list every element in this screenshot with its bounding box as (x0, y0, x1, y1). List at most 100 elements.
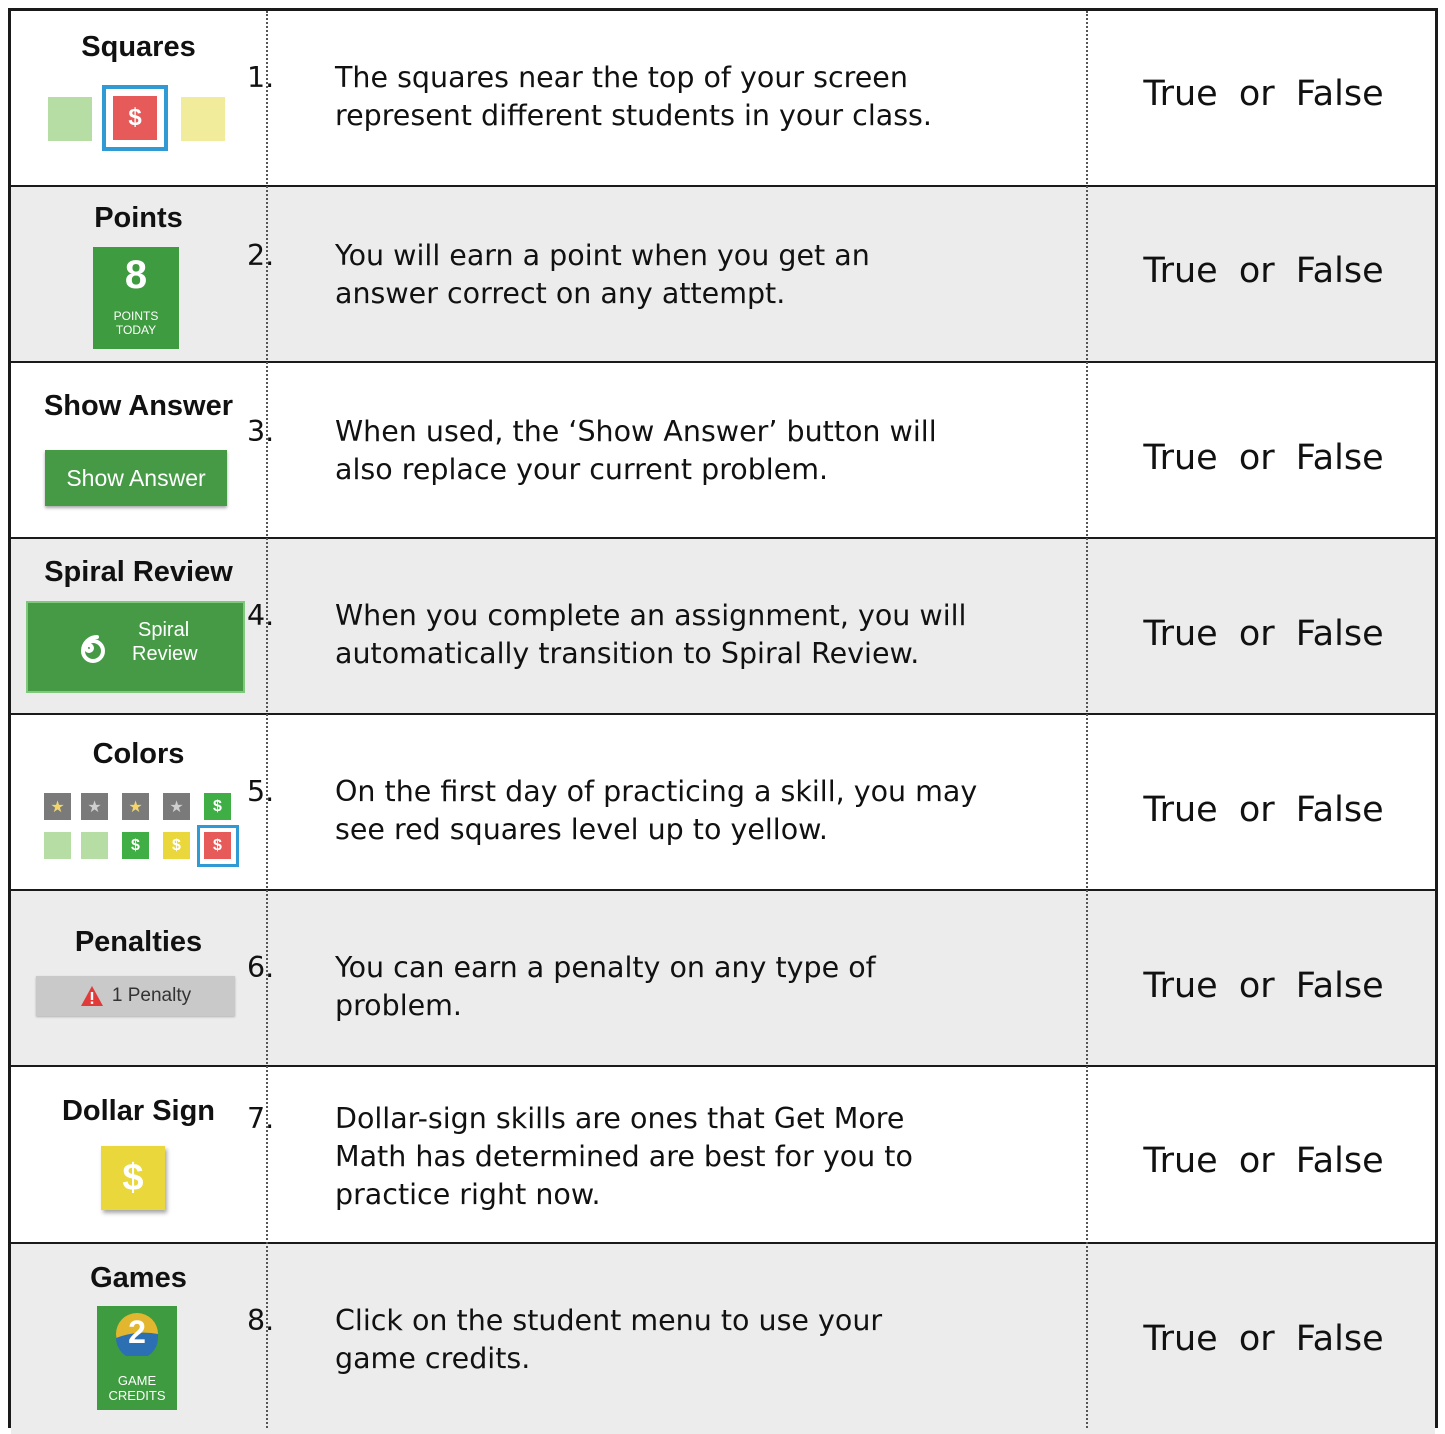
question-number: 1. (247, 61, 275, 94)
table-row: Squares $ 1. The squares near the top of … (11, 11, 1435, 187)
dollar-icon: $ (122, 1156, 144, 1199)
true-or-false[interactable]: True or False (1086, 1141, 1441, 1181)
green-square (48, 97, 92, 141)
green-dollar-square: $ (122, 832, 149, 859)
question-line: practice right now. (335, 1178, 601, 1211)
true-or-false[interactable]: True or False (1086, 790, 1441, 830)
table-row: Show Answer Show Answer 3. When used, the… (11, 363, 1435, 539)
points-caption: TODAY (115, 323, 157, 337)
question-line: represent different students in your cla… (335, 99, 932, 132)
yellow-square (181, 97, 225, 141)
question-line: You will earn a point when you get an (335, 239, 870, 272)
game-credits-badge: 2 GAME CREDITS (97, 1306, 177, 1410)
show-answer-label: Show Answer (66, 464, 206, 491)
spiral-review-button: Spiral Review (26, 601, 245, 693)
row-title: Games (90, 1262, 187, 1294)
question-8: 8. Click on the student menu to use your … (247, 1302, 1071, 1378)
game-credits-value: 2 (128, 1314, 146, 1350)
question-3: 3. When used, the ‘Show Answer’ button wi… (247, 413, 1071, 489)
star-square: ★ (44, 793, 71, 820)
red-dollar-square: $ (113, 96, 157, 140)
star-icon: ★ (128, 797, 143, 816)
question-line: game credits. (335, 1342, 531, 1375)
star-square: ★ (163, 793, 190, 820)
true-or-false[interactable]: True or False (1086, 251, 1441, 291)
game-credits-caption: CREDITS (108, 1388, 166, 1403)
question-line: answer correct on any attempt. (335, 277, 786, 310)
spiral-icon (80, 635, 105, 663)
question-number: 8. (247, 1304, 275, 1337)
star-square: ★ (81, 793, 108, 820)
table-row: Colors ★ ★ ★ ★ $ $ $ $ 5. On the first da… (11, 715, 1435, 891)
question-1: 1. The squares near the top of your scree… (247, 59, 1071, 135)
table-row: Spiral Review Spiral Review 4. When you c… (11, 539, 1435, 715)
dollar-icon: $ (172, 836, 181, 854)
spiral-label: Spiral (138, 619, 190, 641)
question-number: 6. (247, 951, 275, 984)
question-line: also replace your current problem. (335, 453, 829, 486)
question-line: On the first day of practicing a skill, … (335, 775, 978, 808)
table-row: Penalties 1 Penalty 6. You can earn a pen… (11, 891, 1435, 1067)
yellow-dollar-square: $ (101, 1146, 165, 1210)
question-line: Math has determined are best for you to (335, 1140, 913, 1173)
star-square: ★ (122, 793, 149, 820)
warning-icon (80, 986, 103, 1006)
question-line: Click on the student menu to use your (335, 1304, 883, 1337)
yellow-dollar-square: $ (163, 832, 190, 859)
table-row: Games 2 GAME CREDITS 8. Click on the stud… (11, 1244, 1435, 1434)
quiz-table: Squares $ 1. The squares near the top of … (8, 8, 1438, 1434)
red-dollar-square: $ (204, 832, 231, 859)
question-line: You can earn a penalty on any type of (335, 951, 876, 984)
dollar-icon: $ (131, 836, 140, 854)
question-line: automatically transition to Spiral Revie… (335, 637, 920, 670)
question-2: 2. You will earn a point when you get an … (247, 237, 1071, 313)
row-title: Points (94, 202, 183, 234)
star-icon: ★ (169, 797, 184, 816)
true-or-false[interactable]: True or False (1086, 438, 1441, 478)
question-line: problem. (335, 989, 462, 1022)
points-caption: POINTS (113, 309, 159, 323)
question-line: Dollar-sign skills are ones that Get Mor… (335, 1102, 905, 1135)
table-row: Dollar Sign $ 7. Dollar-sign skills are o… (11, 1067, 1435, 1244)
column-divider (266, 11, 268, 1428)
question-number: 3. (247, 415, 275, 448)
column-divider (1086, 11, 1088, 1428)
penalty-badge: 1 Penalty (36, 976, 235, 1016)
question-4: 4. When you complete an assignment, you w… (247, 597, 1071, 673)
row-title: Penalties (74, 926, 203, 958)
dollar-icon: $ (213, 797, 222, 815)
dollar-icon: $ (128, 104, 142, 131)
row-title: Spiral Review (44, 556, 233, 588)
question-7: 7. Dollar-sign skills are ones that Get M… (247, 1100, 1071, 1214)
row-title: Colors (92, 738, 185, 770)
points-badge: 8 POINTS TODAY (93, 247, 179, 349)
question-number: 5. (247, 775, 275, 808)
row-title: Squares (81, 31, 196, 63)
question-5: 5. On the first day of practicing a skill… (247, 773, 1071, 849)
green-square (81, 832, 108, 859)
true-or-false[interactable]: True or False (1086, 74, 1441, 114)
green-dollar-square: $ (204, 793, 231, 820)
question-number: 4. (247, 599, 275, 632)
question-number: 7. (247, 1102, 275, 1135)
spiral-label: Review (132, 643, 198, 665)
green-square (44, 832, 71, 859)
question-line: see red squares level up to yellow. (335, 813, 828, 846)
show-answer-button: Show Answer (45, 450, 227, 506)
question-line: When you complete an assignment, you wil… (335, 599, 967, 632)
game-credits-caption: GAME (117, 1373, 157, 1388)
true-or-false[interactable]: True or False (1086, 614, 1441, 654)
dollar-icon: $ (213, 836, 222, 854)
row-title: Dollar Sign (61, 1095, 216, 1127)
points-value: 8 (124, 253, 148, 297)
true-or-false[interactable]: True or False (1086, 966, 1441, 1006)
question-number: 2. (247, 239, 275, 272)
star-icon: ★ (50, 797, 65, 816)
penalty-label: 1 Penalty (111, 985, 192, 1006)
question-6: 6. You can earn a penalty on any type of … (247, 949, 1071, 1025)
star-icon: ★ (87, 797, 102, 816)
question-line: When used, the ‘Show Answer’ button will (335, 415, 937, 448)
table-row: Points 8 POINTS TODAY 2. You will earn a … (11, 187, 1435, 363)
true-or-false[interactable]: True or False (1086, 1319, 1441, 1359)
question-line: The squares near the top of your screen (335, 61, 908, 94)
